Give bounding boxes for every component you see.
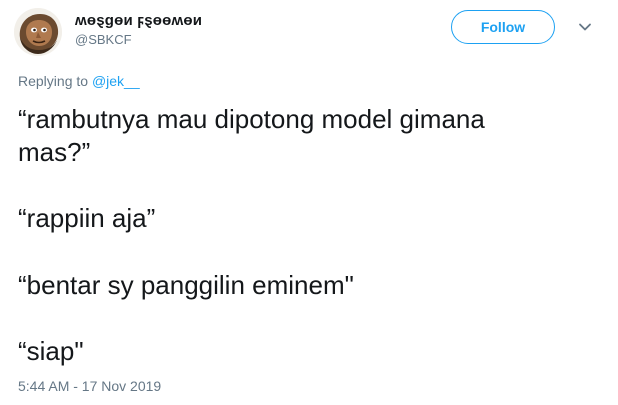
tweet-line: “siap"	[18, 336, 84, 366]
avatar[interactable]	[14, 8, 62, 56]
caricature-face-icon	[14, 8, 62, 56]
tweet-timestamp[interactable]: 5:44 AM - 17 Nov 2019	[18, 378, 161, 394]
tweet-line: “bentar sy panggilin eminem"	[18, 270, 354, 300]
tweet-line: “rappiin aja”	[18, 203, 156, 233]
user-handle[interactable]: @SBKCF	[75, 32, 132, 47]
tweet-line: “rambutnya mau dipotong model gimana	[18, 104, 485, 134]
chevron-down-icon[interactable]	[577, 19, 593, 35]
mention-link[interactable]: @jek__	[92, 73, 140, 89]
tweet-line: mas?”	[18, 137, 91, 167]
replying-to: Replying to @jek__	[18, 73, 140, 89]
follow-button[interactable]: Follow	[451, 10, 555, 44]
display-name[interactable]: ʍɵȿɡɵи ϝȿɵɵʍɵи	[75, 12, 202, 29]
replying-prefix: Replying to	[18, 73, 92, 89]
tweet-card: ʍɵȿɡɵи ϝȿɵɵʍɵи @SBKCF Follow Replying to…	[0, 0, 618, 405]
